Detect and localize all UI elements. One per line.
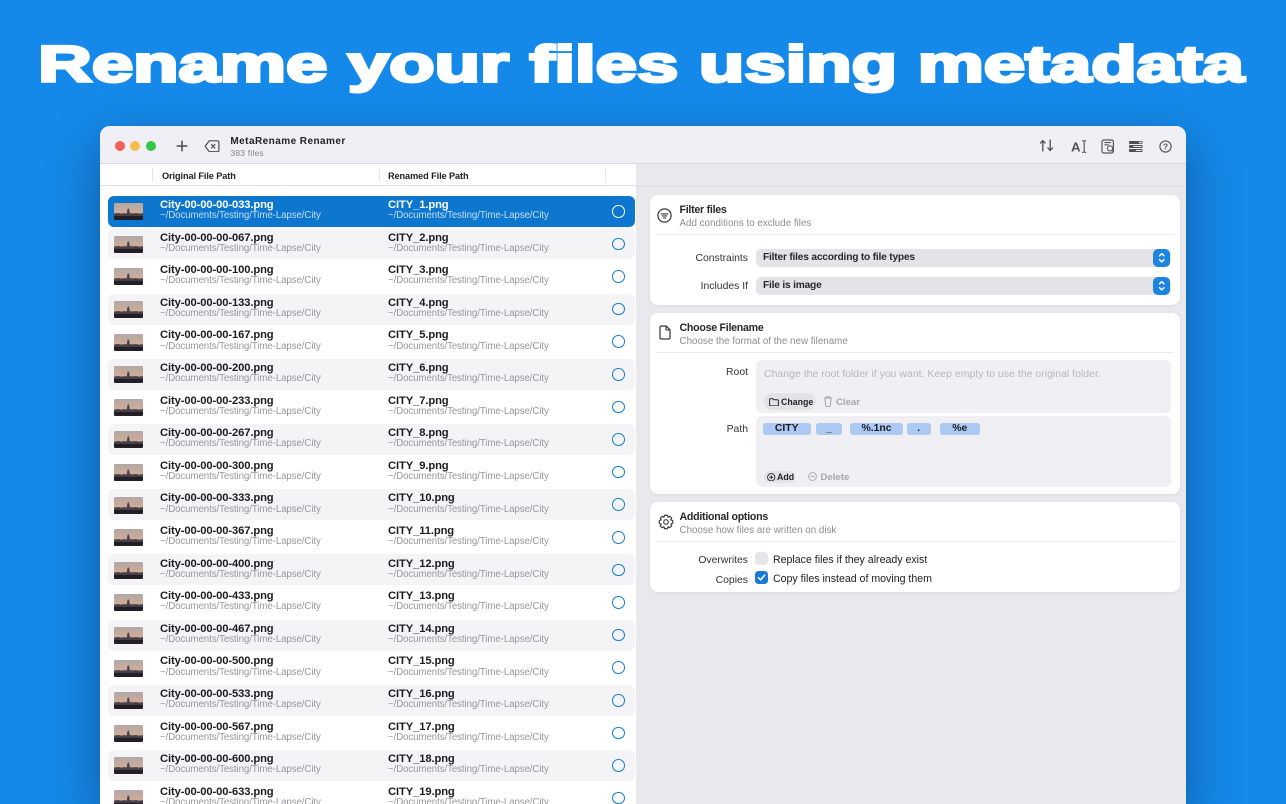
svg-text:Rename your files using metada: Rename your files using metadata xyxy=(38,34,1244,92)
svg-text:?: ? xyxy=(1162,141,1167,151)
svg-text:A: A xyxy=(1071,139,1081,153)
